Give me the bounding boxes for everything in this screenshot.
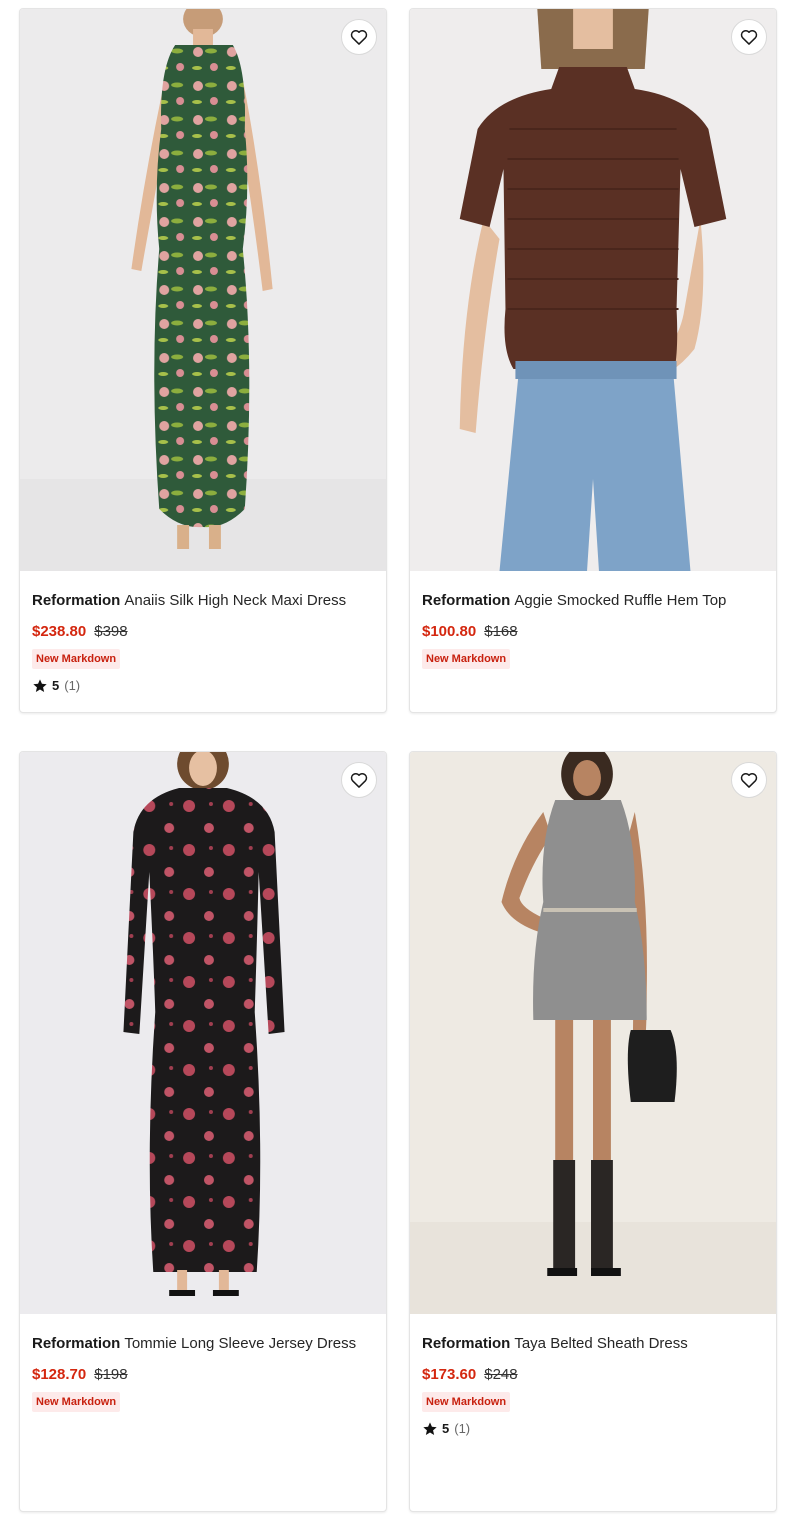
product-image[interactable] <box>410 9 776 571</box>
product-name: Tommie Long Sleeve Jersey Dress <box>124 1335 357 1352</box>
sale-price: $173.60 <box>422 1366 477 1383</box>
product-title[interactable]: Reformation Tommie Long Sleeve Jersey Dre… <box>32 1334 374 1354</box>
heart-outline-icon <box>350 29 368 45</box>
sale-price: $128.70 <box>32 1366 87 1383</box>
product-photo <box>20 752 386 1314</box>
product-photo <box>20 9 386 571</box>
rating-score: 5 <box>52 678 60 693</box>
product-name: Anaiis Silk High Neck Maxi Dress <box>124 592 347 609</box>
product-image[interactable] <box>20 752 386 1314</box>
product-card[interactable]: Reformation Taya Belted Sheath Dress $173… <box>409 751 777 1512</box>
product-card[interactable]: Reformation Tommie Long Sleeve Jersey Dre… <box>19 751 387 1512</box>
review-count: (1) <box>454 1421 471 1436</box>
add-to-wishlist-button[interactable] <box>341 762 377 798</box>
product-brand: Reformation <box>422 1335 511 1352</box>
original-price: $168 <box>484 623 518 640</box>
product-photo <box>410 752 776 1314</box>
heart-outline-icon <box>740 772 758 788</box>
product-info: Reformation Aggie Smocked Ruffle Hem Top … <box>410 571 776 669</box>
product-info: Reformation Taya Belted Sheath Dress $173… <box>410 1314 776 1438</box>
rating[interactable]: 5 (1) <box>422 1420 764 1438</box>
price-row: $238.80 $398 <box>32 621 374 643</box>
product-info: Reformation Anaiis Silk High Neck Maxi Dr… <box>20 571 386 695</box>
product-info: Reformation Tommie Long Sleeve Jersey Dre… <box>20 1314 386 1412</box>
product-card[interactable]: Reformation Aggie Smocked Ruffle Hem Top … <box>409 8 777 713</box>
rating-score: 5 <box>442 1421 450 1436</box>
product-brand: Reformation <box>422 592 511 609</box>
product-title[interactable]: Reformation Anaiis Silk High Neck Maxi Dr… <box>32 591 374 611</box>
original-price: $198 <box>94 1366 128 1383</box>
product-title[interactable]: Reformation Taya Belted Sheath Dress <box>422 1334 764 1354</box>
product-brand: Reformation <box>32 1335 121 1352</box>
product-title[interactable]: Reformation Aggie Smocked Ruffle Hem Top <box>422 591 764 611</box>
original-price: $398 <box>94 623 128 640</box>
product-name: Aggie Smocked Ruffle Hem Top <box>514 592 727 609</box>
markdown-badge: New Markdown <box>422 1392 511 1412</box>
product-image[interactable] <box>20 9 386 571</box>
product-name: Taya Belted Sheath Dress <box>514 1335 688 1352</box>
product-card[interactable]: Reformation Anaiis Silk High Neck Maxi Dr… <box>19 8 387 713</box>
sale-price: $238.80 <box>32 623 87 640</box>
markdown-badge: New Markdown <box>32 1392 121 1412</box>
product-grid: Reformation Anaiis Silk High Neck Maxi Dr… <box>19 8 777 1512</box>
product-photo <box>410 9 776 571</box>
rating[interactable]: 5 (1) <box>32 677 374 695</box>
add-to-wishlist-button[interactable] <box>731 19 767 55</box>
sale-price: $100.80 <box>422 623 477 640</box>
markdown-badge: New Markdown <box>32 649 121 669</box>
star-icon <box>423 1422 437 1435</box>
star-icon <box>33 679 47 692</box>
heart-outline-icon <box>350 772 368 788</box>
add-to-wishlist-button[interactable] <box>341 19 377 55</box>
heart-outline-icon <box>740 29 758 45</box>
price-row: $173.60 $248 <box>422 1364 764 1386</box>
product-image[interactable] <box>410 752 776 1314</box>
price-row: $128.70 $198 <box>32 1364 374 1386</box>
markdown-badge: New Markdown <box>422 649 511 669</box>
product-brand: Reformation <box>32 592 121 609</box>
review-count: (1) <box>64 678 81 693</box>
original-price: $248 <box>484 1366 518 1383</box>
add-to-wishlist-button[interactable] <box>731 762 767 798</box>
price-row: $100.80 $168 <box>422 621 764 643</box>
